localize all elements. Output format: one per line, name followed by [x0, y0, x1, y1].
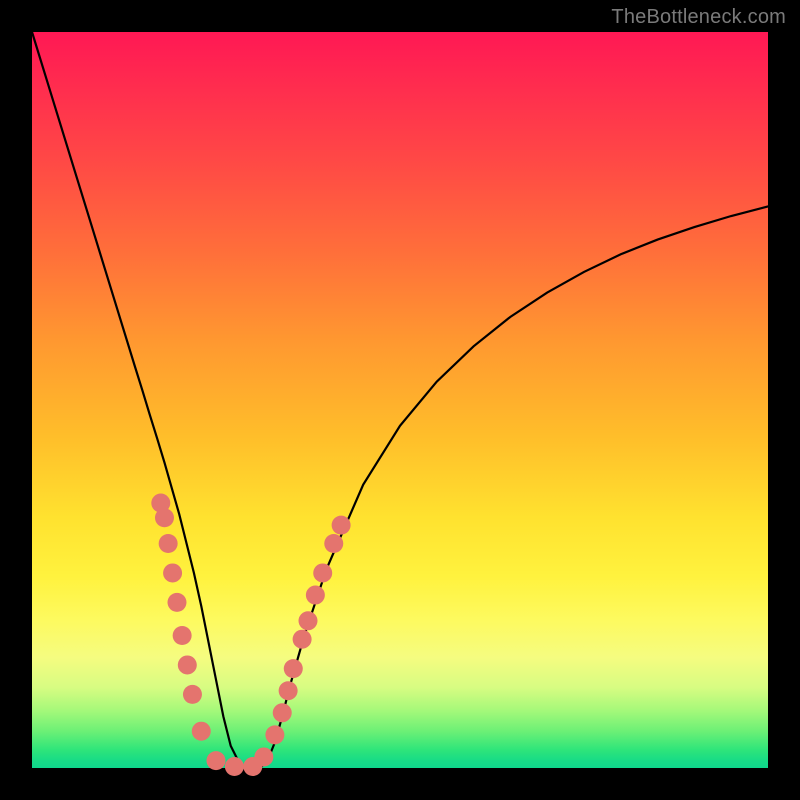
- marker-dot: [155, 508, 174, 527]
- chart-svg: [32, 32, 768, 768]
- marker-dot: [192, 722, 211, 741]
- marker-dot: [183, 685, 202, 704]
- marker-dot: [273, 703, 292, 722]
- marker-dot: [306, 586, 325, 605]
- marker-dot: [313, 563, 332, 582]
- marker-dot: [299, 611, 318, 630]
- marker-dot: [163, 563, 182, 582]
- marker-dot: [225, 757, 244, 776]
- marker-dot: [159, 534, 178, 553]
- marker-dot: [332, 516, 351, 535]
- marker-dot: [284, 659, 303, 678]
- marker-dot: [207, 751, 226, 770]
- marker-dot: [279, 681, 298, 700]
- watermark-text: TheBottleneck.com: [611, 6, 786, 29]
- marker-dots-group: [151, 494, 350, 776]
- marker-dot: [167, 593, 186, 612]
- marker-dot: [173, 626, 192, 645]
- outer-frame: TheBottleneck.com: [0, 0, 800, 800]
- plot-area: [32, 32, 768, 768]
- marker-dot: [324, 534, 343, 553]
- marker-dot: [293, 630, 312, 649]
- marker-dot: [178, 655, 197, 674]
- bottleneck-curve: [32, 32, 768, 768]
- marker-dot: [265, 725, 284, 744]
- marker-dot: [254, 747, 273, 766]
